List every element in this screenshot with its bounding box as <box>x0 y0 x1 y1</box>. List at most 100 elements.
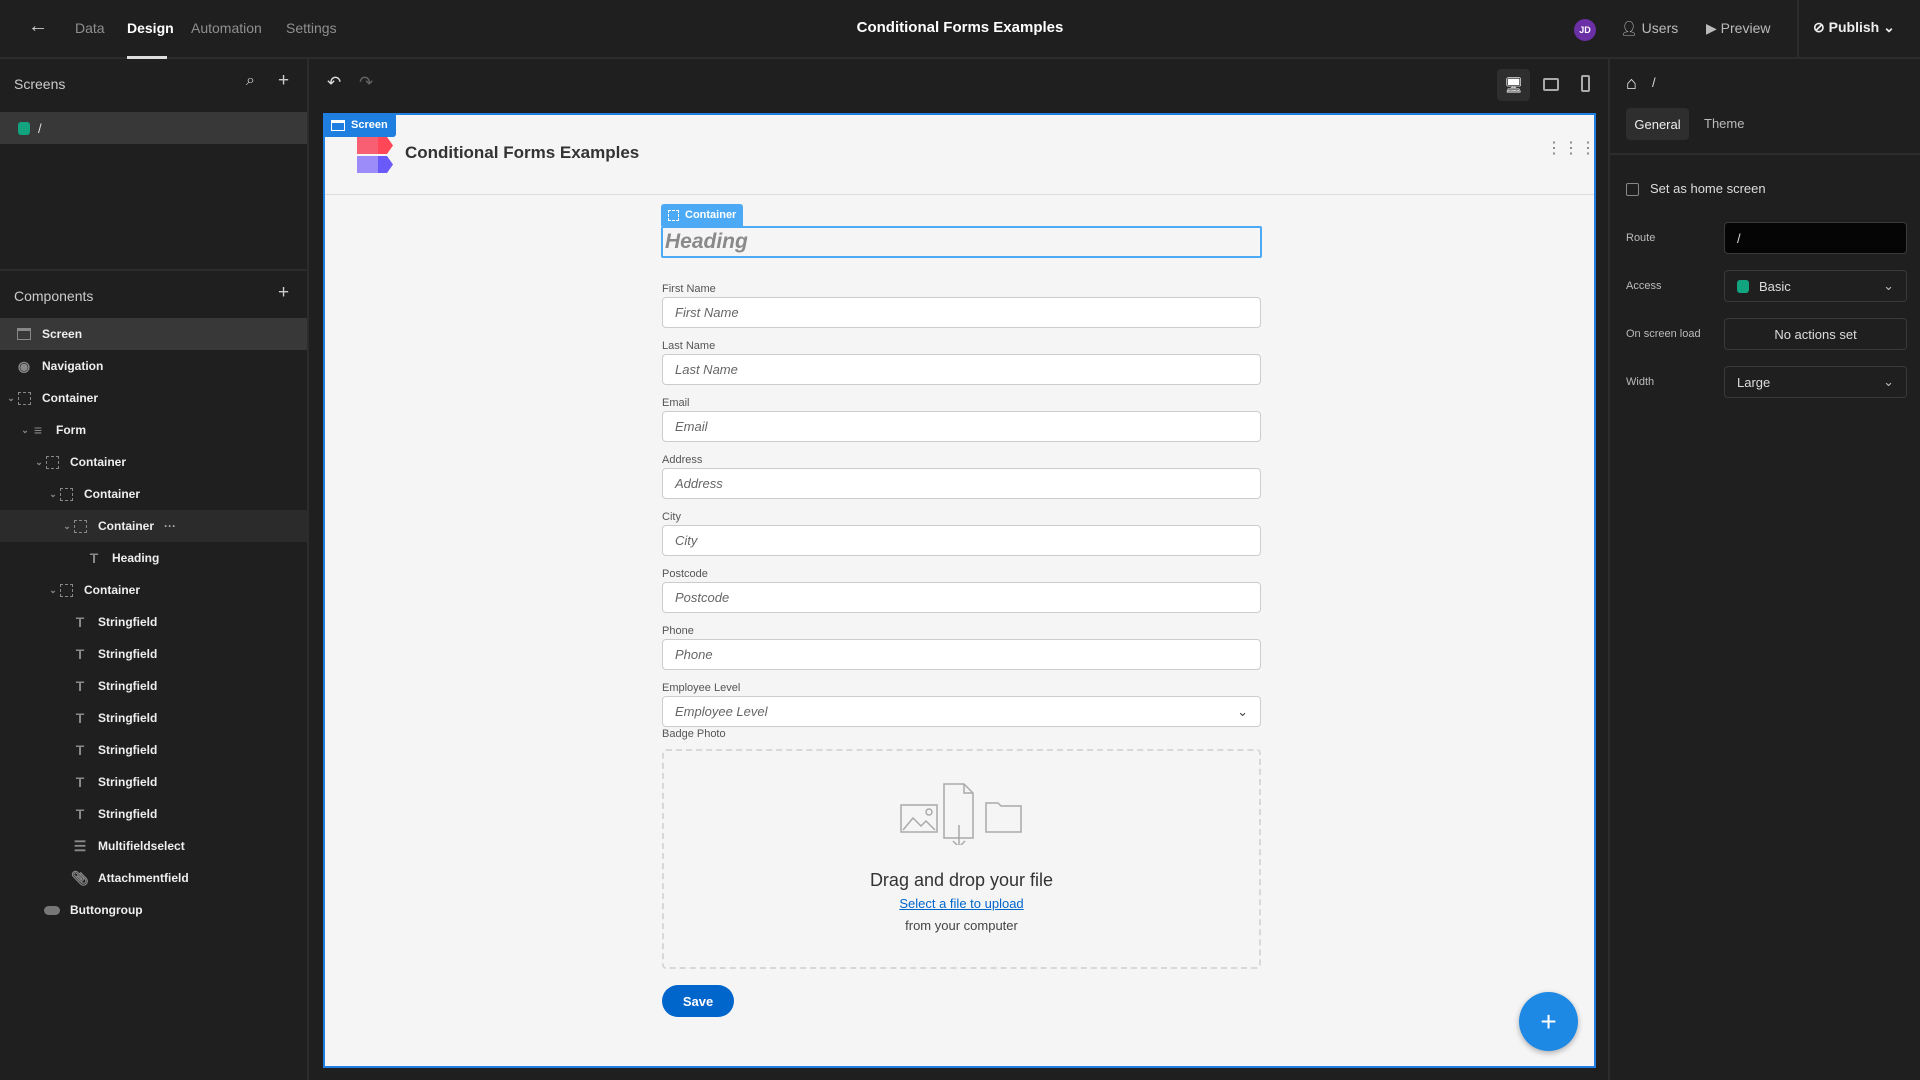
tree-item-label: Container <box>84 583 141 597</box>
field-label: Postcode <box>662 568 708 580</box>
chevron-down-icon[interactable]: ⌄ <box>48 585 58 596</box>
placeholder: Last Name <box>675 362 738 377</box>
text-input[interactable]: City <box>662 525 1261 556</box>
tree-item-label: Stringfield <box>98 647 158 661</box>
undo-icon[interactable]: ↶ <box>327 73 341 93</box>
tablet-icon[interactable] <box>1543 78 1559 91</box>
tree-item[interactable]: T Stringfield <box>0 734 307 766</box>
tree-item[interactable]: ⌄ Container <box>0 446 307 478</box>
tree-item[interactable]: ⌄ Container <box>0 574 307 606</box>
form-icon: ≡ <box>33 422 43 438</box>
tree-item[interactable]: Screen <box>0 318 307 350</box>
tree-item[interactable]: Buttongroup <box>0 894 307 926</box>
placeholder: Employee Level <box>675 704 768 719</box>
mobile-icon[interactable] <box>1581 75 1590 92</box>
play-icon: ▶ <box>1706 20 1717 36</box>
text-input[interactable]: Phone <box>662 639 1261 670</box>
screen-icon <box>17 328 31 340</box>
chevron-down-icon: ⌄ <box>1883 374 1894 389</box>
tree-item-label: Stringfield <box>98 807 158 821</box>
tree-item-label: Navigation <box>42 359 104 373</box>
container-icon <box>17 391 31 405</box>
tree-item-label: Form <box>56 423 86 437</box>
tree-item-label: Heading <box>112 551 160 565</box>
add-component-button[interactable]: + <box>278 282 289 304</box>
chevron-down-icon[interactable]: ⌄ <box>6 393 16 404</box>
text-input[interactable]: Postcode <box>662 582 1261 613</box>
file-dropzone[interactable]: Drag and drop your file Select a file to… <box>662 749 1261 969</box>
placeholder: Email <box>675 419 708 434</box>
preview-button[interactable]: ▶ Preview <box>1706 20 1770 37</box>
left-sidebar: Screens ⌕ + / Components + Screen ◉ Naviga… <box>0 59 309 1080</box>
text-input[interactable]: First Name <box>662 297 1261 328</box>
chevron-down-icon: ⌄ <box>1883 19 1895 35</box>
text-icon: T <box>75 710 85 726</box>
tree-item[interactable]: T Stringfield <box>0 766 307 798</box>
heading[interactable]: Heading <box>661 226 1262 258</box>
on-screen-load-button[interactable]: No actions set <box>1724 318 1907 350</box>
tree-item[interactable]: T Stringfield <box>0 606 307 638</box>
tree-item-label: Container <box>42 391 99 405</box>
text-input[interactable]: Email <box>662 411 1261 442</box>
publish-icon: ⊘ <box>1813 19 1825 35</box>
screen-route: / <box>38 120 42 136</box>
add-component-fab[interactable]: + <box>1519 992 1578 1051</box>
tree-item[interactable]: ⌄ Container <box>0 478 307 510</box>
text-icon: T <box>75 742 85 758</box>
user-icon: 👤︎ <box>1620 20 1638 36</box>
text-icon: T <box>75 646 85 662</box>
employee-level-select[interactable]: Employee Level ⌄ <box>662 696 1261 727</box>
canvas-screen[interactable]: Screen Conditional Forms Examples ⋮⋮⋮ Co… <box>323 113 1596 1068</box>
access-select[interactable]: Basic ⌄ <box>1724 270 1907 302</box>
tree-item-label: Multifieldselect <box>98 839 185 853</box>
screen-item[interactable]: / <box>0 112 307 144</box>
field-label: Email <box>662 397 690 409</box>
text-input[interactable]: Last Name <box>662 354 1261 385</box>
container-icon <box>45 455 59 469</box>
chevron-down-icon[interactable]: ⌄ <box>34 457 44 468</box>
tree-item[interactable]: ⌄ Container ··· <box>0 510 307 542</box>
top-bar: ← Data Design Automation Settings Condit… <box>0 0 1920 59</box>
search-icon[interactable]: ⌕ <box>246 72 255 90</box>
tree-item-label: Container <box>84 487 141 501</box>
avatar[interactable]: JD <box>1574 19 1596 41</box>
tree-item[interactable]: T Heading <box>0 542 307 574</box>
width-select[interactable]: Large ⌄ <box>1724 366 1907 398</box>
tab-general[interactable]: General <box>1626 108 1689 140</box>
tree-item[interactable]: ☰ Multifieldselect <box>0 830 307 862</box>
chevron-down-icon[interactable]: ⌄ <box>20 425 30 436</box>
tree-item[interactable]: T Stringfield <box>0 798 307 830</box>
chevron-down-icon[interactable]: ⌄ <box>62 521 72 532</box>
divider <box>1797 0 1799 57</box>
divider <box>0 269 307 271</box>
select-file-link[interactable]: Select a file to upload <box>899 896 1023 911</box>
width-value: Large <box>1737 374 1771 390</box>
text-input[interactable]: Address <box>662 468 1261 499</box>
tree-item[interactable]: T Stringfield <box>0 670 307 702</box>
chevron-down-icon[interactable]: ⌄ <box>48 489 58 500</box>
tab-theme[interactable]: Theme <box>1704 116 1744 131</box>
route-label: Route <box>1626 232 1656 244</box>
tree-item[interactable]: ◉ Navigation <box>0 350 307 382</box>
field-label: Last Name <box>662 340 716 352</box>
container-icon <box>59 583 73 597</box>
tree-item-label: Buttongroup <box>70 903 143 917</box>
desktop-icon[interactable]: 🖥︎ <box>1497 69 1530 101</box>
placeholder: Postcode <box>675 590 730 605</box>
grid-menu-icon[interactable]: ⋮⋮⋮ <box>1546 141 1597 157</box>
app-logo <box>357 137 393 173</box>
tree-item[interactable]: ⌄ ≡ Form <box>0 414 307 446</box>
save-button[interactable]: Save <box>662 985 734 1017</box>
add-screen-button[interactable]: + <box>278 70 289 92</box>
tree-item[interactable]: 📎︎ Attachmentfield <box>0 862 307 894</box>
redo-icon[interactable]: ↷ <box>359 73 373 93</box>
tree-item[interactable]: T Stringfield <box>0 702 307 734</box>
tree-item[interactable]: ⌄ Container <box>0 382 307 414</box>
home-screen-checkbox[interactable] <box>1626 183 1639 196</box>
users-button[interactable]: 👤︎ Users <box>1620 20 1678 37</box>
more-options-icon[interactable]: ··· <box>164 519 176 533</box>
route-input[interactable]: / <box>1724 222 1907 254</box>
container-icon <box>73 519 87 533</box>
publish-button[interactable]: ⊘ Publish ⌄ <box>1813 19 1895 36</box>
tree-item[interactable]: T Stringfield <box>0 638 307 670</box>
